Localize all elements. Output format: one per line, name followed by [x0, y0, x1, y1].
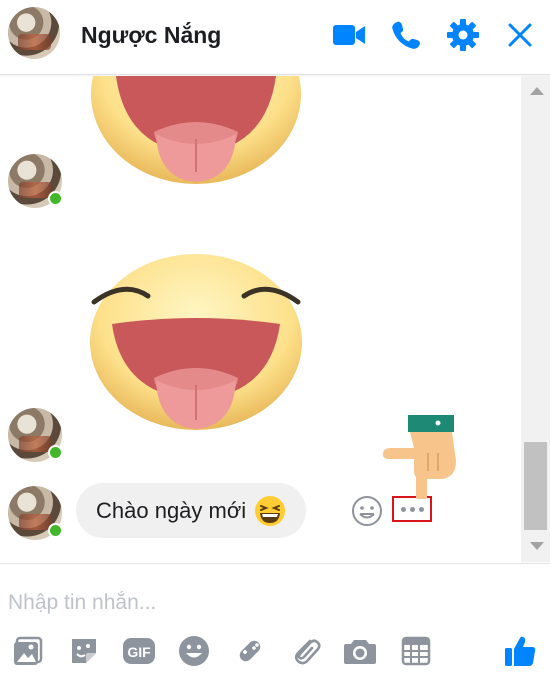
react-emoji-icon[interactable]: [350, 494, 384, 528]
online-status-dot: [48, 445, 63, 460]
scrollbar-thumb[interactable]: [524, 442, 547, 530]
video-call-icon[interactable]: [331, 17, 367, 53]
tongue-out-emoji-sticker[interactable]: [86, 76, 306, 184]
scroll-down-arrow-icon[interactable]: [530, 542, 544, 550]
contact-name[interactable]: Ngược Nắng: [81, 22, 221, 49]
games-icon[interactable]: [232, 633, 268, 669]
settings-gear-icon[interactable]: [445, 17, 481, 53]
close-icon[interactable]: [502, 17, 538, 53]
add-photos-icon[interactable]: [10, 633, 46, 669]
scrollbar[interactable]: [521, 76, 550, 562]
sticker-icon[interactable]: [66, 633, 102, 669]
emoji-icon[interactable]: [176, 633, 212, 669]
scroll-up-arrow-icon[interactable]: [530, 87, 544, 95]
contact-avatar[interactable]: [8, 154, 63, 208]
online-status-dot: [48, 523, 63, 538]
camera-icon[interactable]: [342, 633, 378, 669]
grinning-squinting-face-icon: [254, 495, 286, 527]
message-text: Chào ngày mới: [96, 497, 247, 523]
thumbs-up-icon[interactable]: [502, 633, 538, 669]
svg-text:GIF: GIF: [127, 644, 151, 660]
message-bubble[interactable]: Chào ngày mới: [76, 483, 307, 538]
online-status-dot: [48, 191, 63, 206]
pointing-hand-icon: [380, 413, 460, 499]
chat-header: Ngược Nắng: [0, 0, 550, 75]
phone-call-icon[interactable]: [388, 17, 424, 53]
tongue-out-emoji-sticker[interactable]: [84, 250, 308, 430]
more-options-icon[interactable]: [392, 496, 432, 522]
calendar-icon[interactable]: [398, 633, 434, 669]
contact-avatar[interactable]: [8, 408, 63, 462]
message-input[interactable]: [8, 588, 508, 618]
gif-icon[interactable]: GIF: [121, 633, 157, 669]
attach-file-icon[interactable]: [288, 633, 324, 669]
contact-avatar[interactable]: [8, 7, 60, 59]
contact-avatar[interactable]: [8, 486, 63, 540]
